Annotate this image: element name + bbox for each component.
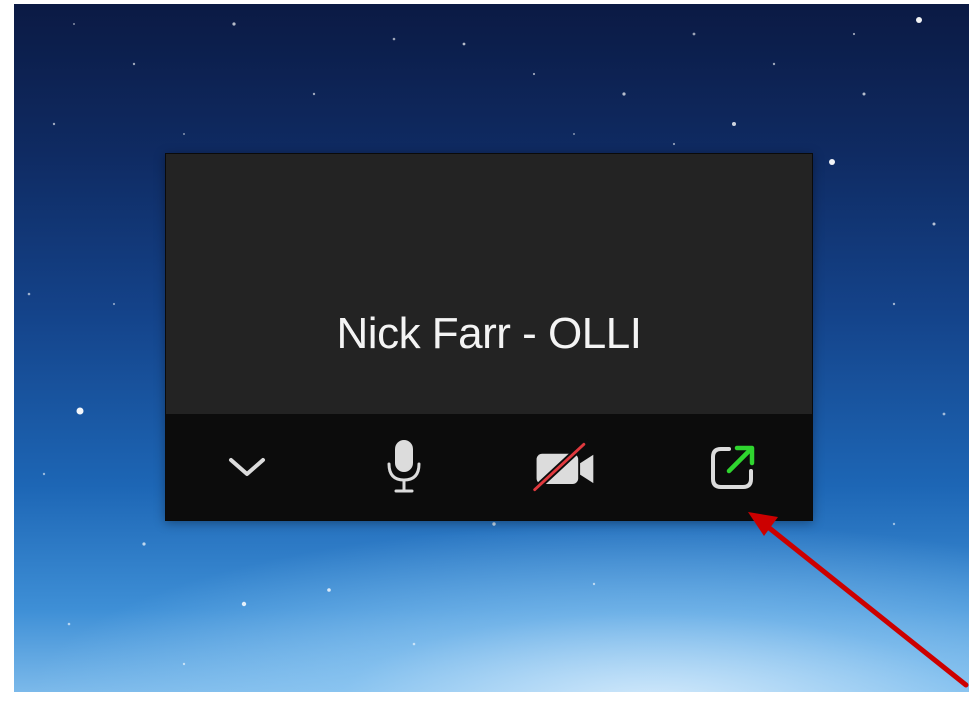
collapse-button[interactable] (212, 436, 282, 498)
meeting-mini-window: Nick Farr - OLLI (165, 153, 813, 521)
microphone-icon (387, 440, 421, 493)
participant-video-area: Nick Farr - OLLI (166, 154, 812, 414)
video-toggle-button[interactable] (529, 436, 599, 498)
external-window-icon (711, 445, 755, 489)
exit-minimized-video-button[interactable] (698, 436, 768, 498)
microphone-button[interactable] (369, 436, 439, 498)
video-off-icon (529, 439, 594, 495)
participant-name: Nick Farr - OLLI (336, 309, 642, 358)
chevron-down-icon (229, 458, 265, 476)
control-bar (166, 414, 812, 520)
